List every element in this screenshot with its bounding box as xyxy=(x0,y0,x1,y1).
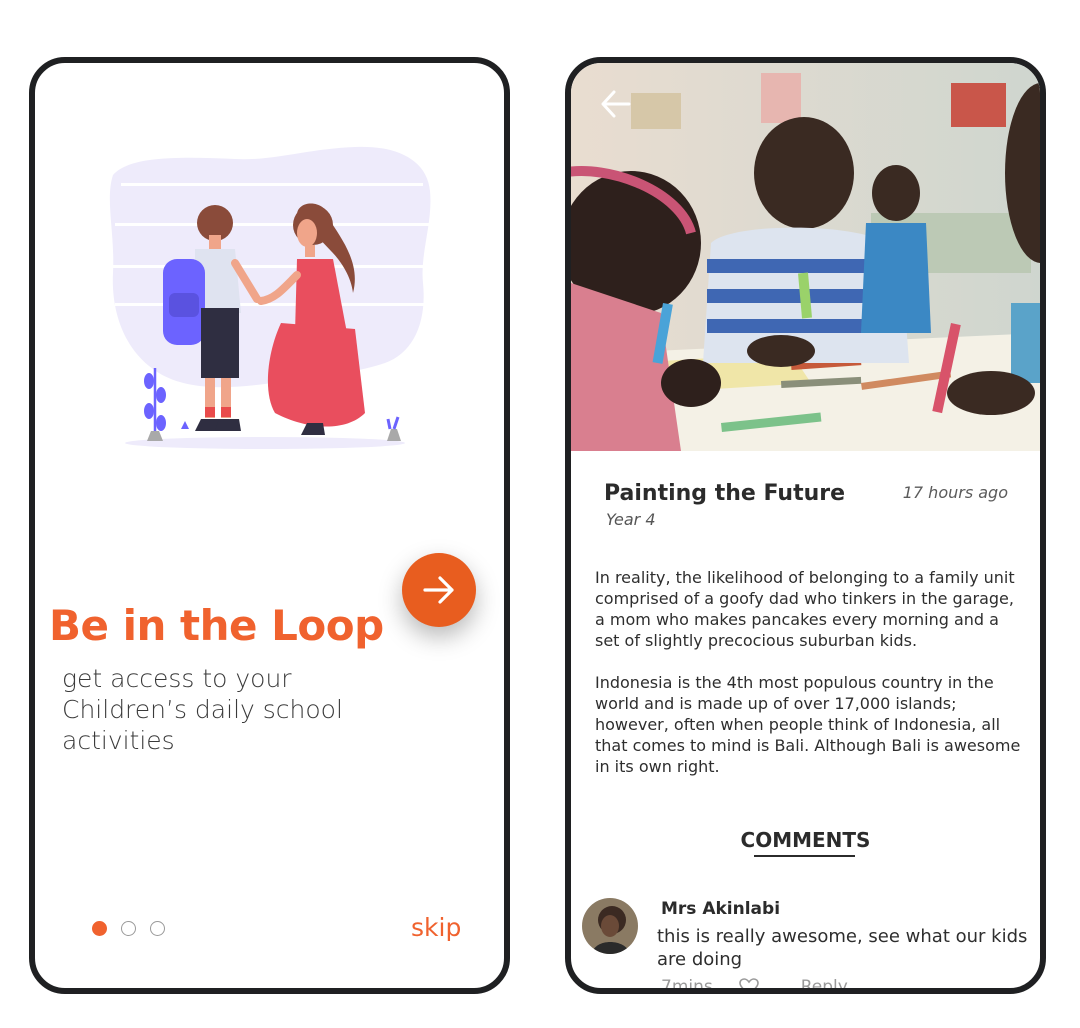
avatar-image xyxy=(582,898,638,954)
page-indicator xyxy=(92,921,165,936)
next-button[interactable] xyxy=(402,553,476,627)
page-dot-1[interactable] xyxy=(92,921,107,936)
post-paragraph: Indonesia is the 4th most populous count… xyxy=(595,673,1021,776)
avatar[interactable] xyxy=(582,898,638,954)
parent-child-illustration xyxy=(109,146,433,449)
skip-button[interactable]: skip xyxy=(411,913,461,942)
reply-button[interactable]: Reply xyxy=(801,977,848,988)
post-year: Year 4 xyxy=(606,510,656,529)
page-dot-3[interactable] xyxy=(150,921,165,936)
post-paragraph: In reality, the likelihood of belonging … xyxy=(595,568,1015,650)
onboarding-subtext: get access to your Children’s daily scho… xyxy=(62,664,343,755)
arrow-left-icon[interactable] xyxy=(599,87,633,121)
post-timestamp: 17 hours ago xyxy=(902,483,1008,502)
comments-divider xyxy=(754,855,855,857)
comment-text: this is really awesome, see what our kid… xyxy=(657,926,1028,970)
comments-heading: COMMENTS xyxy=(740,828,871,852)
comment-time: 7mins xyxy=(661,977,713,994)
page-dot-2[interactable] xyxy=(121,921,136,936)
post-body: In reality, the likelihood of belonging … xyxy=(595,567,1027,798)
post-detail-screen: Painting the Future 17 hours ago Year 4 … xyxy=(565,57,1046,994)
comment-author: Mrs Akinlabi xyxy=(661,899,781,919)
post-title: Painting the Future xyxy=(604,481,846,506)
heart-icon[interactable] xyxy=(738,978,759,994)
comment-meta: 7mins Reply xyxy=(661,977,848,994)
onboarding-screen: Be in the Loop get access to your Childr… xyxy=(29,57,510,994)
onboarding-headline: Be in the Loop xyxy=(49,601,384,650)
classroom-photo xyxy=(571,63,1040,451)
arrow-right-icon xyxy=(423,576,454,604)
